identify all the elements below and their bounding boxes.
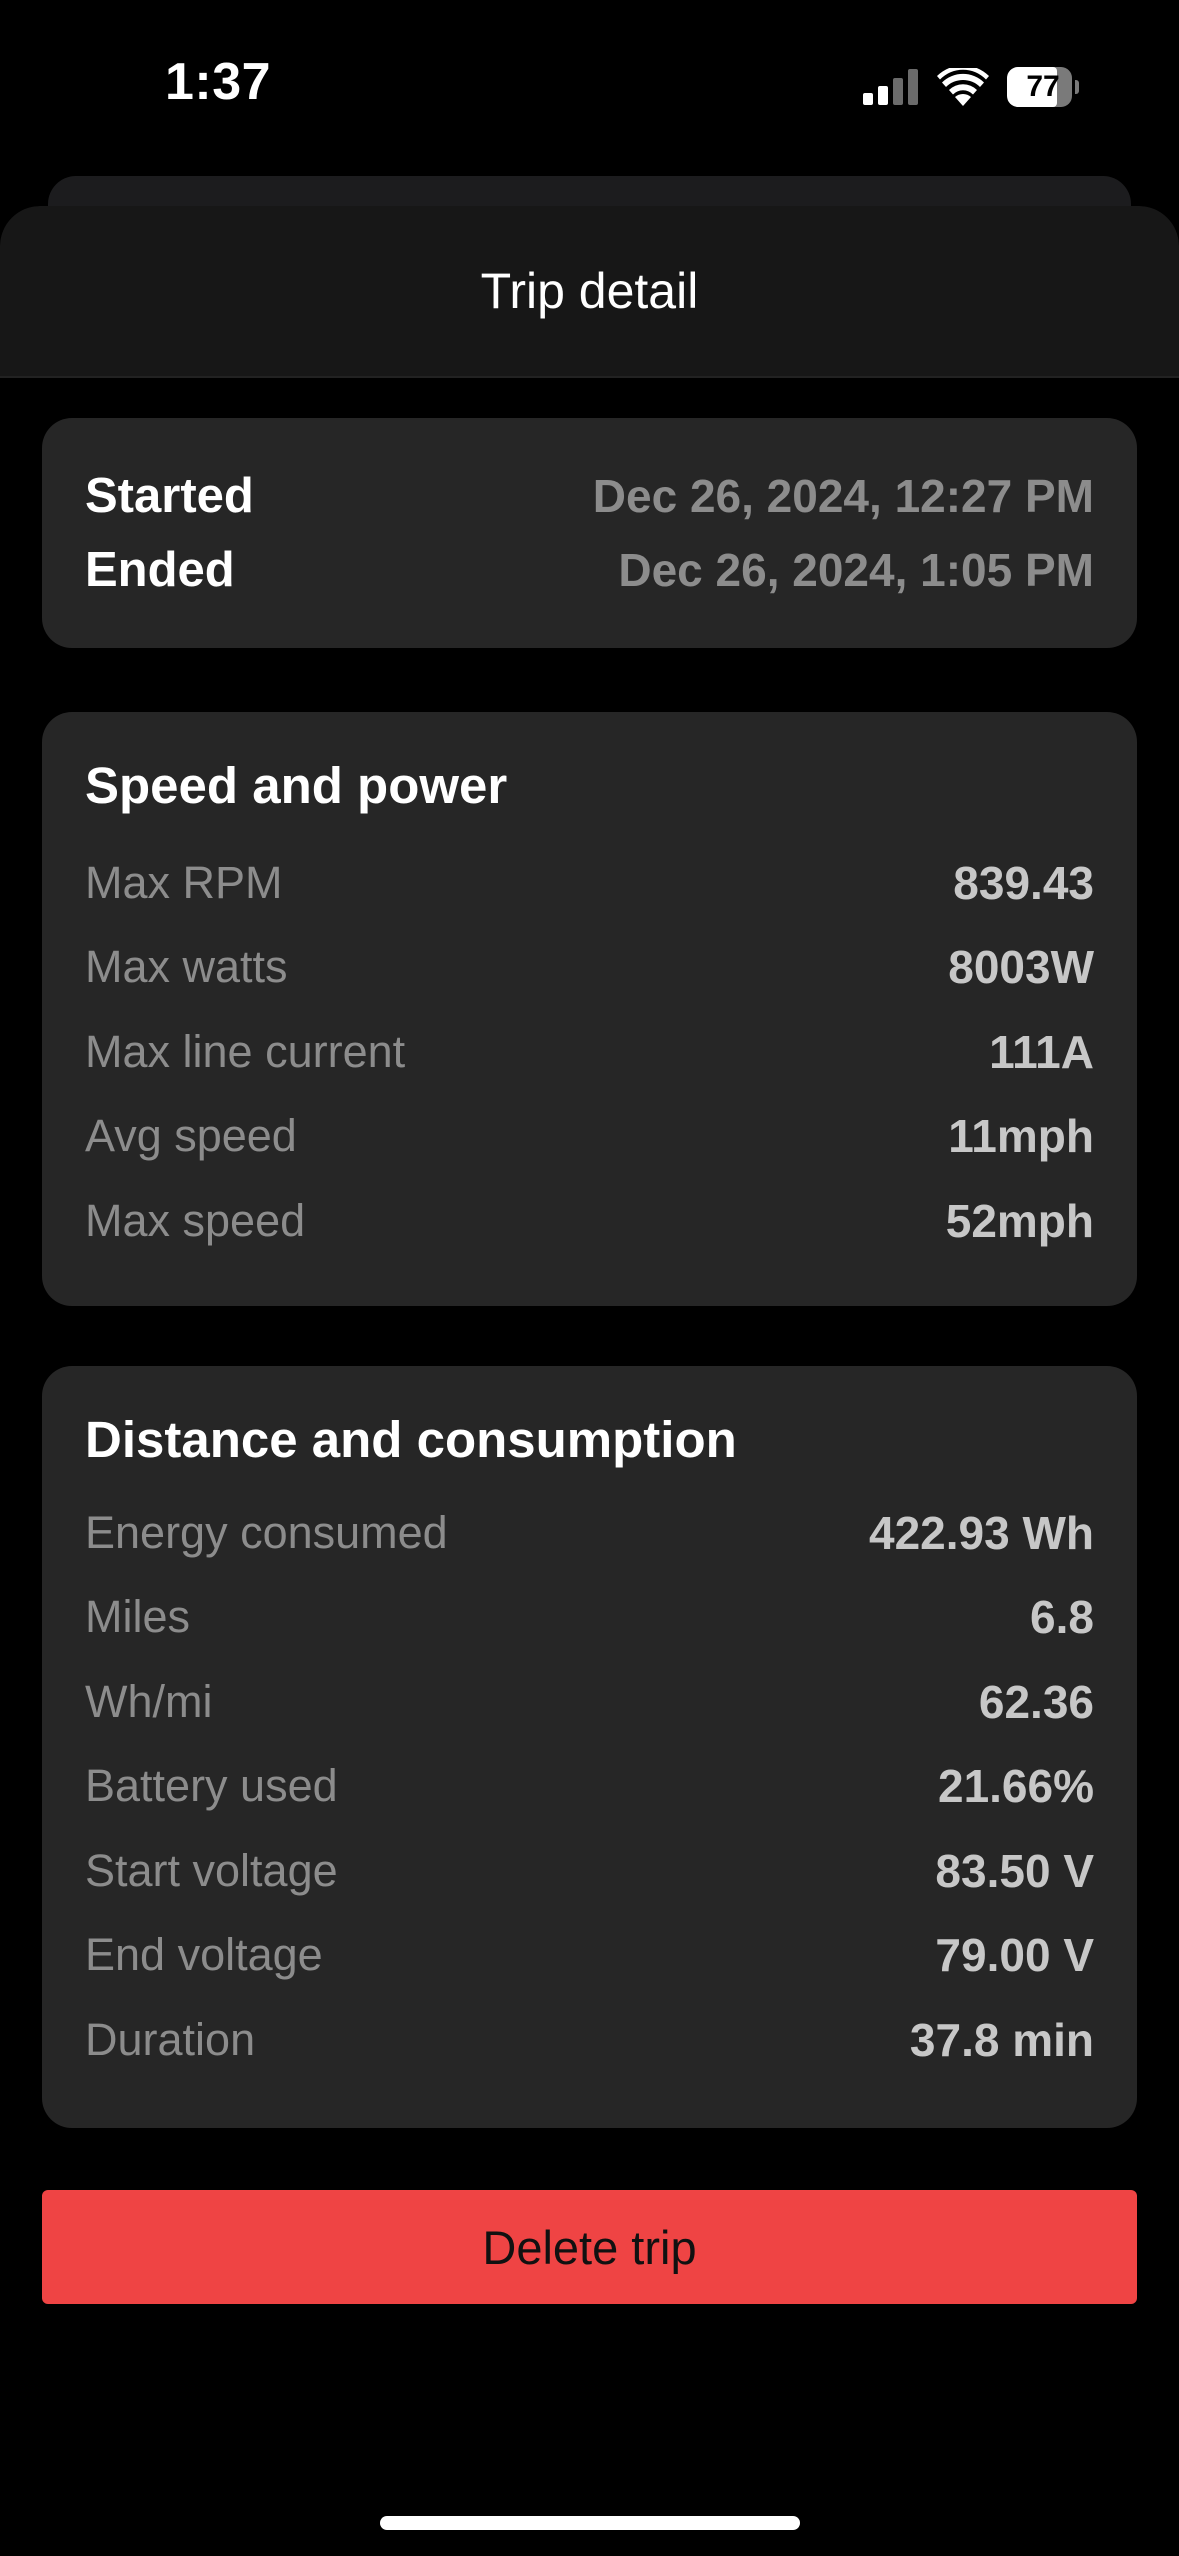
stat-value: 422.93 Wh [869, 1507, 1094, 1559]
distance-consumption-card: Distance and consumption Energy consumed… [42, 1366, 1137, 2128]
stat-label: Max RPM [85, 857, 283, 908]
status-icons: 77 [863, 62, 1079, 112]
speed-power-heading: Speed and power [85, 757, 508, 814]
stat-value: 8003W [948, 941, 1094, 993]
ended-value: Dec 26, 2024, 1:05 PM [618, 544, 1094, 596]
page-title: Trip detail [480, 263, 699, 319]
stat-value: 6.8 [1030, 1591, 1094, 1643]
stat-row-max-speed: Max speed 52mph [85, 1191, 1094, 1251]
ended-label: Ended [85, 543, 235, 597]
stat-value: 62.36 [978, 1676, 1094, 1728]
stat-row-energy-consumed: Energy consumed 422.93 Wh [85, 1503, 1094, 1563]
stat-row-avg-speed: Avg speed 11mph [85, 1106, 1094, 1166]
stat-value: 79.00 V [935, 1929, 1094, 1981]
battery-cap [1074, 80, 1079, 94]
battery-level: 77 [1026, 70, 1060, 103]
stat-value: 839.43 [953, 857, 1094, 909]
battery-icon: 77 [1007, 67, 1079, 107]
stat-value: 52mph [945, 1195, 1094, 1247]
stat-label: Max line current [85, 1026, 406, 1077]
stat-value: 111A [989, 1026, 1094, 1078]
stat-row-max-line-current: Max line current 111A [85, 1022, 1094, 1082]
stat-label: Max watts [85, 941, 288, 992]
stat-row-max-rpm: Max RPM 839.43 [85, 853, 1094, 913]
stat-label: Wh/mi [85, 1676, 213, 1727]
trip-detail-sheet: Trip detail Started Dec 26, 2024, 12:27 … [0, 206, 1179, 2556]
started-row: Started Dec 26, 2024, 12:27 PM [85, 466, 1094, 526]
started-label: Started [85, 469, 254, 523]
distance-consumption-heading: Distance and consumption [85, 1411, 737, 1468]
home-indicator[interactable] [380, 2516, 800, 2530]
delete-trip-button[interactable]: Delete trip [42, 2190, 1137, 2304]
stat-label: Duration [85, 2014, 256, 2065]
stat-value: 83.50 V [935, 1845, 1094, 1897]
stat-row-wh-per-mi: Wh/mi 62.36 [85, 1672, 1094, 1732]
stat-value: 11mph [948, 1110, 1094, 1162]
stat-row-battery-used: Battery used 21.66% [85, 1756, 1094, 1816]
wifi-icon [937, 68, 989, 106]
stat-row-end-voltage: End voltage 79.00 V [85, 1925, 1094, 1985]
trip-times-card: Started Dec 26, 2024, 12:27 PM Ended Dec… [42, 418, 1137, 648]
stat-label: Battery used [85, 1760, 338, 1811]
cellular-signal-icon [863, 69, 918, 105]
stat-value: 21.66% [937, 1760, 1094, 1812]
stat-row-max-watts: Max watts 8003W [85, 937, 1094, 997]
status-time: 1:37 [165, 53, 272, 111]
speed-power-card: Speed and power Max RPM 839.43 Max watts… [42, 712, 1137, 1306]
stat-row-duration: Duration 37.8 min [85, 2010, 1094, 2070]
stat-label: Start voltage [85, 1845, 338, 1896]
status-bar: 1:37 77 [0, 0, 1179, 170]
stat-label: Max speed [85, 1195, 306, 1246]
stat-label: End voltage [85, 1929, 323, 1980]
stat-value: 37.8 min [909, 2014, 1094, 2066]
ended-row: Ended Dec 26, 2024, 1:05 PM [85, 540, 1094, 600]
stat-label: Energy consumed [85, 1507, 448, 1558]
stat-label: Miles [85, 1591, 191, 1642]
started-value: Dec 26, 2024, 12:27 PM [592, 470, 1094, 522]
stat-label: Avg speed [85, 1110, 297, 1161]
stat-row-start-voltage: Start voltage 83.50 V [85, 1841, 1094, 1901]
sheet-header: Trip detail [0, 206, 1179, 378]
stat-row-miles: Miles 6.8 [85, 1587, 1094, 1647]
